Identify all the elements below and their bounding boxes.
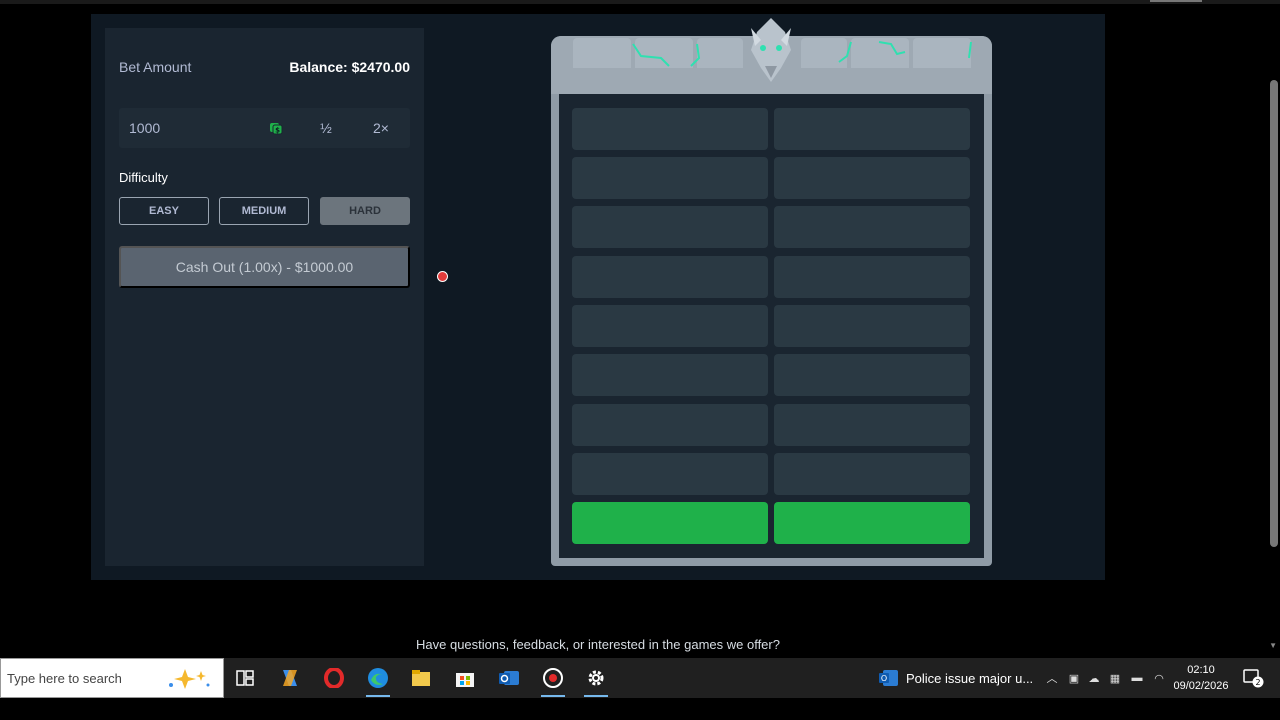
svg-text:O: O xyxy=(881,674,887,683)
wifi-icon[interactable]: ◠ xyxy=(1152,670,1166,686)
edge-icon[interactable] xyxy=(366,666,390,690)
tower-tile[interactable] xyxy=(774,404,970,446)
tower-tile[interactable] xyxy=(572,354,768,396)
settings-icon[interactable] xyxy=(584,666,608,690)
windows-taskbar: Type here to search O Police issue major… xyxy=(0,658,1280,698)
vertical-scrollbar[interactable] xyxy=(1268,80,1280,660)
difficulty-hard-button[interactable]: HARD xyxy=(320,197,410,225)
difficulty-medium-button[interactable]: MEDIUM xyxy=(219,197,309,225)
bet-amount-input[interactable] xyxy=(119,108,259,148)
tower-tile[interactable] xyxy=(774,108,970,150)
store-icon[interactable] xyxy=(453,666,477,690)
difficulty-easy-button[interactable]: EASY xyxy=(119,197,209,225)
control-panel: Bet Amount Balance: $2470.00 $ ½ 2× Diff… xyxy=(105,28,448,566)
clock-date: 09/02/2026 xyxy=(1173,680,1229,692)
double-bet-button[interactable]: 2× xyxy=(359,108,403,148)
tower-tile[interactable] xyxy=(774,206,970,248)
tower-tile[interactable] xyxy=(572,305,768,347)
onedrive-icon[interactable]: ☁ xyxy=(1087,670,1101,686)
game-area: Bet Amount Balance: $2470.00 $ ½ 2× Diff… xyxy=(91,14,1105,580)
half-bet-button[interactable]: ½ xyxy=(304,108,348,148)
tower-tile[interactable] xyxy=(774,157,970,199)
tower-tile[interactable] xyxy=(774,305,970,347)
tower-tile[interactable] xyxy=(774,354,970,396)
outlook-icon[interactable] xyxy=(497,666,521,690)
footer-contact-text: Have questions, feedback, or interested … xyxy=(416,637,780,652)
horizontal-scroll-thumb[interactable] xyxy=(1150,0,1202,2)
battery-icon[interactable]: ▬ xyxy=(1130,670,1144,686)
tower-grid xyxy=(559,94,984,558)
news-outlook-icon: O xyxy=(879,670,898,686)
scroll-thumb[interactable] xyxy=(1270,80,1278,547)
mouse-cursor-icon xyxy=(437,271,448,282)
cash-out-button[interactable]: Cash Out (1.00x) - $1000.00 xyxy=(119,246,410,288)
bet-amount-label: Bet Amount xyxy=(119,59,192,75)
tower-tile[interactable] xyxy=(572,108,768,150)
tray-app-icon[interactable]: ▣ xyxy=(1067,670,1081,686)
news-widget[interactable]: O Police issue major u... xyxy=(879,666,1033,690)
tower-tile[interactable] xyxy=(572,157,768,199)
notification-icon[interactable]: 2 xyxy=(1242,668,1264,688)
network-icon[interactable]: ▦ xyxy=(1108,670,1122,686)
tower-tile[interactable] xyxy=(774,256,970,298)
tower-board xyxy=(551,18,992,566)
tower-tile[interactable] xyxy=(774,453,970,495)
chevron-up-icon[interactable]: ︿ xyxy=(1045,670,1059,686)
coin-icon: $ xyxy=(270,123,283,135)
clock-time: 02:10 xyxy=(1187,664,1215,676)
tower-tile[interactable] xyxy=(572,206,768,248)
system-clock[interactable]: 02:10 09/02/2026 xyxy=(1168,662,1234,694)
browser-top-strip xyxy=(0,0,1280,4)
tower-tile[interactable] xyxy=(572,256,768,298)
copilot-icon[interactable] xyxy=(278,666,302,690)
file-explorer-icon[interactable] xyxy=(409,666,433,690)
screen-bottom-strip xyxy=(0,698,1280,720)
running-app-indicator xyxy=(541,695,565,697)
tower-tile-active[interactable] xyxy=(572,502,768,544)
search-placeholder: Type here to search xyxy=(7,671,122,686)
running-app-indicator xyxy=(584,695,608,697)
sparkle-icon xyxy=(169,669,210,689)
news-headline: Police issue major u... xyxy=(906,670,1034,686)
tower-tile-active[interactable] xyxy=(774,502,970,544)
svg-text:$: $ xyxy=(275,127,280,135)
difficulty-label: Difficulty xyxy=(119,170,168,185)
notification-count: 2 xyxy=(1255,678,1260,687)
dragon-head-icon xyxy=(751,18,791,82)
bet-amount-row: $ ½ 2× xyxy=(119,108,410,148)
balance-display: Balance: $2470.00 xyxy=(289,59,410,75)
tower-tile[interactable] xyxy=(572,404,768,446)
scroll-down-arrow-icon[interactable]: ▼ xyxy=(1269,641,1277,650)
opera-icon[interactable] xyxy=(322,666,346,690)
active-app-indicator xyxy=(366,695,390,697)
tower-tile[interactable] xyxy=(572,453,768,495)
app-icon[interactable] xyxy=(541,666,565,690)
task-view-icon[interactable] xyxy=(233,666,257,690)
taskbar-search-box[interactable]: Type here to search xyxy=(0,658,224,698)
